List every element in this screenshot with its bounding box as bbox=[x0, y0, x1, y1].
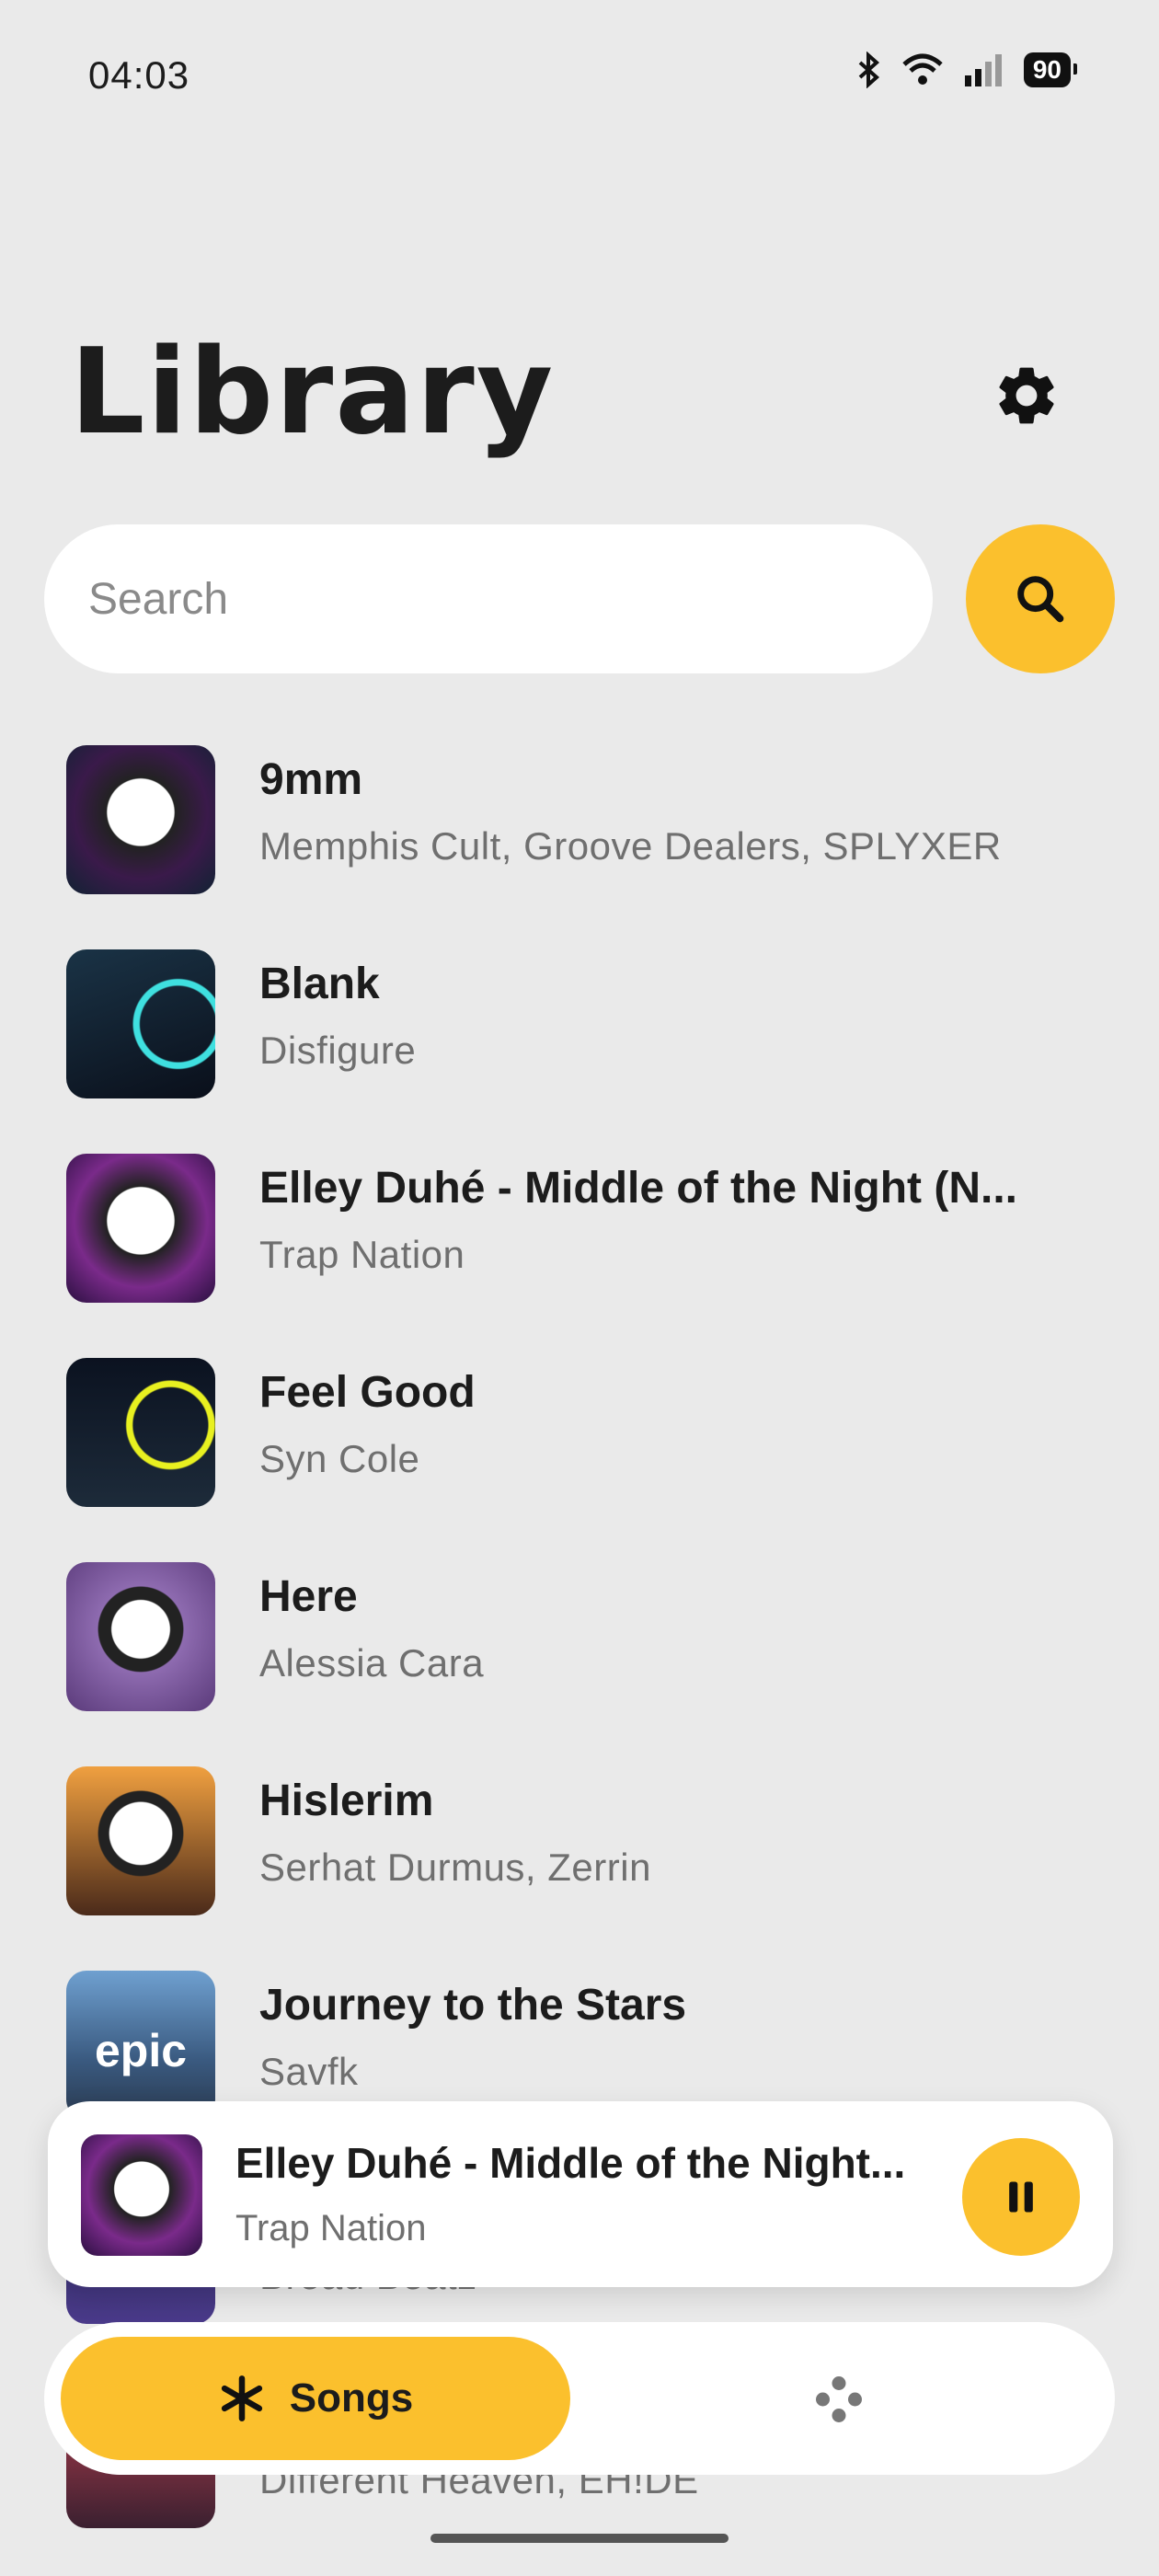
dots-icon bbox=[816, 2376, 862, 2422]
song-artist: Alessia Cara bbox=[259, 1641, 485, 1685]
song-title: Elley Duhé - Middle of the Night (N... bbox=[259, 1164, 1017, 1213]
status-icons: 90 bbox=[855, 52, 1078, 88]
wifi-icon bbox=[902, 53, 943, 85]
now-playing-bar[interactable]: Elley Duhé - Middle of the Night... Trap… bbox=[48, 2101, 1113, 2287]
album-art-label: epic bbox=[94, 2025, 188, 2076]
album-art bbox=[66, 1154, 215, 1303]
signal-icon bbox=[964, 54, 1002, 86]
pause-icon bbox=[1009, 2181, 1033, 2213]
status-bar: 04:03 90 bbox=[0, 0, 1159, 147]
album-art bbox=[66, 1562, 215, 1711]
tab-discover[interactable] bbox=[798, 2359, 879, 2440]
song-title: Hislerim bbox=[259, 1777, 434, 1825]
song-artist: Memphis Cult, Groove Dealers, SPLYXER bbox=[259, 824, 1002, 868]
search-bar bbox=[44, 524, 933, 673]
song-title: 9mm bbox=[259, 755, 363, 804]
album-art: epic bbox=[66, 1971, 215, 2120]
search-icon bbox=[1017, 576, 1064, 623]
song-row[interactable]: 9mm Memphis Cult, Groove Dealers, SPLYXE… bbox=[0, 736, 1159, 920]
album-art bbox=[66, 745, 215, 894]
song-artist: Syn Cole bbox=[259, 1437, 420, 1480]
song-title: Here bbox=[259, 1572, 358, 1621]
song-artist: Serhat Durmus, Zerrin bbox=[259, 1846, 651, 1889]
now-playing-art bbox=[81, 2134, 202, 2256]
tab-songs-label: Songs bbox=[289, 2375, 414, 2421]
song-title: Feel Good bbox=[259, 1368, 476, 1417]
bottom-nav: Songs bbox=[44, 2322, 1115, 2475]
song-artist: Disfigure bbox=[259, 1029, 417, 1072]
asterisk-icon bbox=[221, 2375, 262, 2421]
song-row[interactable]: Here Alessia Cara bbox=[0, 1553, 1159, 1737]
settings-button[interactable] bbox=[990, 359, 1063, 432]
song-row[interactable]: Blank Disfigure bbox=[0, 940, 1159, 1124]
song-artist: Savfk bbox=[259, 2050, 359, 2093]
album-art bbox=[66, 949, 215, 1098]
search-button[interactable] bbox=[966, 524, 1115, 673]
now-playing-artist: Trap Nation bbox=[235, 2208, 427, 2248]
song-row[interactable]: Hislerim Serhat Durmus, Zerrin bbox=[0, 1757, 1159, 1941]
search-input[interactable] bbox=[88, 573, 898, 625]
song-row[interactable]: Feel Good Syn Cole bbox=[0, 1349, 1159, 1533]
status-time: 04:03 bbox=[88, 53, 190, 97]
song-row[interactable]: Elley Duhé - Middle of the Night (N... T… bbox=[0, 1144, 1159, 1328]
gear-icon bbox=[999, 367, 1054, 424]
page-title: Library bbox=[70, 324, 556, 461]
pause-button[interactable] bbox=[962, 2138, 1080, 2256]
now-playing-title: Elley Duhé - Middle of the Night... bbox=[235, 2139, 906, 2187]
battery-indicator: 90 bbox=[1023, 52, 1078, 87]
home-indicator[interactable] bbox=[430, 2534, 729, 2543]
tab-songs[interactable]: Songs bbox=[61, 2337, 570, 2460]
bluetooth-icon bbox=[858, 52, 879, 88]
song-artist: Trap Nation bbox=[259, 1233, 465, 1276]
album-art bbox=[66, 1766, 215, 1915]
album-art bbox=[66, 1358, 215, 1507]
song-title: Blank bbox=[259, 960, 380, 1008]
song-title: Journey to the Stars bbox=[259, 1981, 687, 2030]
